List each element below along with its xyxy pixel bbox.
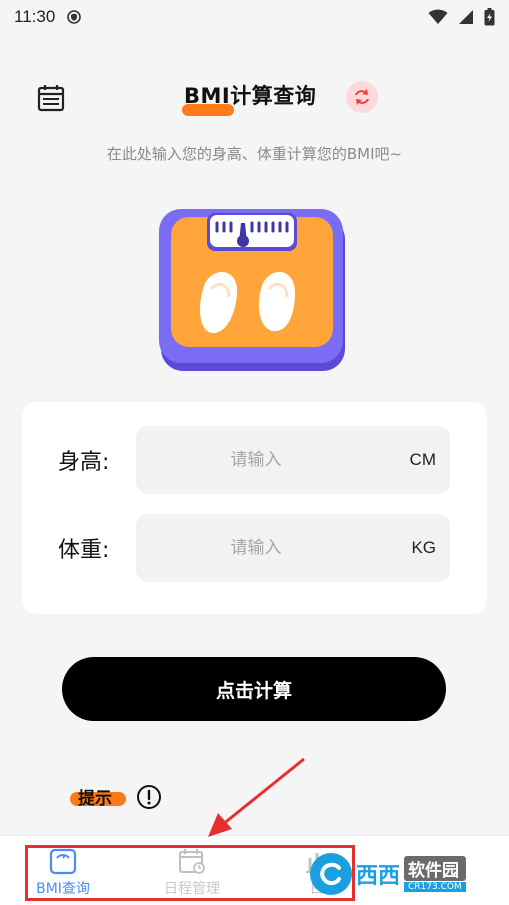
height-field[interactable]: CM	[136, 426, 450, 494]
annotation-highlight-box	[25, 845, 355, 901]
height-row: 身高: CM	[22, 426, 487, 494]
tip-label: 提示	[78, 789, 112, 809]
info-icon[interactable]	[136, 784, 162, 810]
bmi-form-card: 身高: CM 体重: KG	[22, 402, 487, 614]
title-wrap: BMI计算查询	[182, 80, 332, 116]
refresh-button[interactable]	[346, 81, 378, 113]
weight-label: 体重:	[58, 538, 110, 563]
watermark-name: 软件园	[404, 856, 466, 881]
scale-illustration	[159, 209, 345, 371]
refresh-icon	[355, 89, 369, 105]
status-time: 11:30	[14, 7, 56, 26]
status-bar: 11:30	[0, 0, 509, 34]
watermark-text: 软件园 CR173.COM	[404, 856, 466, 892]
height-unit: CM	[409, 450, 436, 469]
status-icons	[428, 8, 495, 26]
page-title: BMI计算查询	[184, 84, 317, 108]
watermark: 西西 软件园 CR173.COM	[310, 848, 505, 900]
weight-field[interactable]: KG	[136, 514, 450, 582]
calendar-icon[interactable]	[37, 84, 65, 112]
weight-unit: KG	[411, 538, 436, 557]
subtitle: 在此处输入您的身高、体重计算您的BMI吧~	[106, 145, 403, 163]
watermark-logo-icon	[310, 853, 352, 895]
height-label: 身高:	[58, 450, 110, 475]
weight-row: 体重: KG	[22, 514, 487, 582]
battery-icon	[484, 8, 495, 26]
watermark-brand: 西西	[356, 864, 401, 889]
signal-icon	[459, 10, 473, 24]
shield-icon	[67, 10, 82, 24]
calculate-button[interactable]: 点击计算	[62, 657, 446, 721]
tip-section: 提示	[70, 782, 190, 812]
wifi-icon	[428, 9, 448, 24]
watermark-url: CR173.COM	[404, 882, 466, 892]
weight-input[interactable]	[156, 538, 356, 558]
header: BMI计算查询	[0, 76, 509, 120]
height-input[interactable]	[156, 450, 356, 470]
annotation-arrow	[208, 757, 305, 837]
